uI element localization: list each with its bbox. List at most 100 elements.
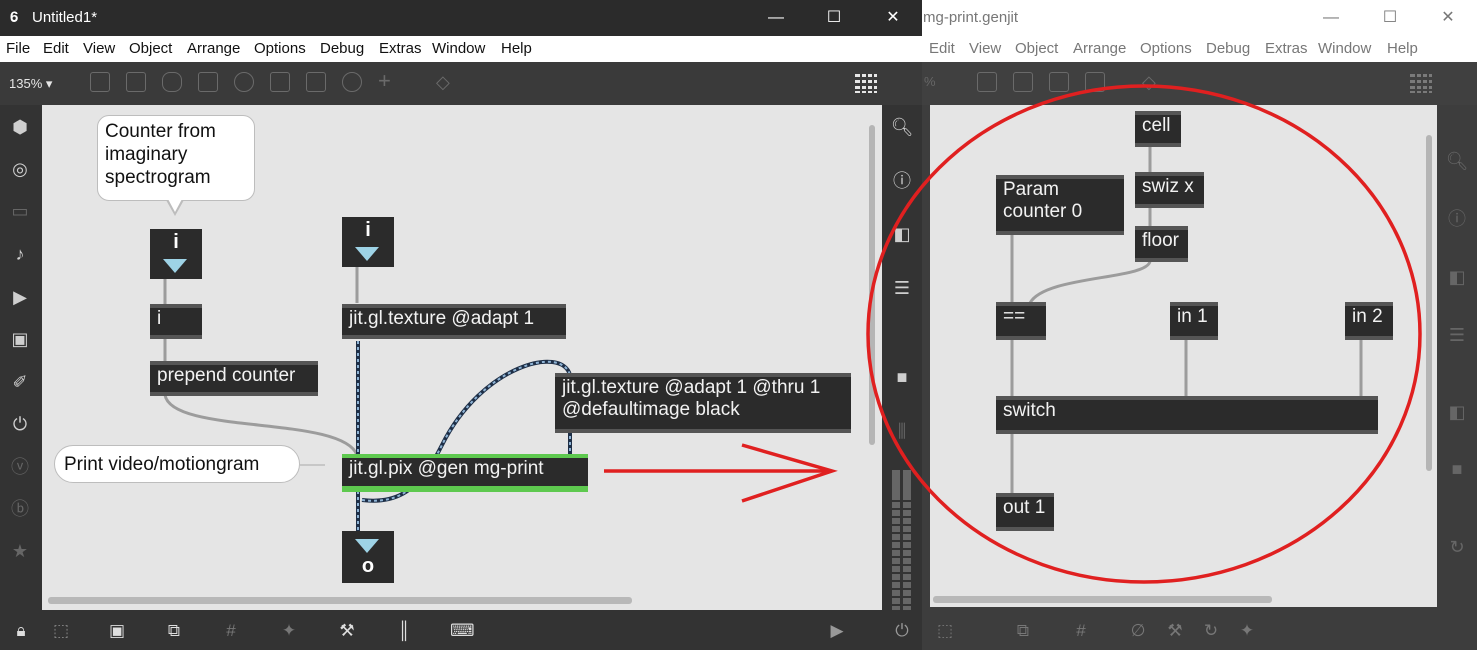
windows-icon[interactable]: ⧉ — [1012, 620, 1034, 642]
windows-icon[interactable]: ⧉ — [163, 620, 185, 642]
target-icon[interactable]: ◎ — [8, 157, 32, 181]
comment-counter[interactable]: Counter from imaginary spectrogram — [97, 115, 255, 201]
object-prepend-counter[interactable]: prepend counter — [150, 361, 318, 396]
new-toggle-icon[interactable] — [234, 72, 254, 92]
info-icon[interactable]: ⓘ — [890, 169, 914, 193]
menu-arrange[interactable]: Arrange — [1073, 40, 1126, 57]
object-jit-gl-pix[interactable]: jit.gl.pix @gen mg-print — [342, 454, 588, 492]
title-bar[interactable]: 𝟔 Untitled1* — ☐ ✕ — [0, 0, 922, 36]
close-button[interactable]: ✕ — [1433, 6, 1463, 30]
object-equals[interactable]: == — [996, 302, 1046, 340]
minimize-button[interactable]: — — [761, 6, 791, 30]
inlet-left[interactable]: i — [150, 229, 202, 279]
new-codebox-icon[interactable] — [1085, 72, 1105, 92]
book-icon[interactable]: ◧ — [890, 222, 914, 246]
new-message-icon[interactable] — [1013, 72, 1033, 92]
select-icon[interactable]: ⬚ — [934, 620, 956, 642]
new-button-icon[interactable] — [198, 72, 218, 92]
patcher-canvas[interactable]: Counter from imaginary spectrogram Print… — [42, 105, 882, 610]
reference-icon[interactable]: ◧ — [1445, 400, 1469, 424]
image-icon[interactable]: ▣ — [8, 327, 32, 351]
wrench-icon[interactable]: ⚒ — [336, 620, 358, 642]
power-icon[interactable]: ⏻ — [891, 620, 913, 642]
outlet[interactable]: o — [342, 531, 394, 583]
menu-object[interactable]: Object — [129, 40, 172, 57]
paperclip-icon[interactable]: ✐ — [8, 370, 32, 394]
menu-options[interactable]: Options — [254, 40, 306, 57]
object-in-2[interactable]: in 2 — [1345, 302, 1393, 340]
camera-icon[interactable]: ■ — [890, 365, 914, 389]
menu-edit[interactable]: Edit — [43, 40, 69, 57]
inlet-mid[interactable]: i — [342, 217, 394, 267]
grid-icon[interactable]: # — [1070, 620, 1092, 642]
reload-icon[interactable]: ↻ — [1445, 535, 1469, 559]
menu-edit[interactable]: Edit — [929, 40, 955, 57]
object-in-1[interactable]: in 1 — [1170, 302, 1218, 340]
list-icon[interactable]: ☰ — [890, 276, 914, 300]
maximize-button[interactable]: ☐ — [1375, 6, 1405, 30]
grid-view-icon[interactable] — [853, 72, 877, 93]
grid-icon[interactable]: # — [220, 620, 242, 642]
menu-window[interactable]: Window — [432, 40, 485, 57]
list-icon[interactable]: ☰ — [1445, 323, 1469, 347]
music-note-icon[interactable]: ♪ — [8, 242, 32, 266]
hammer-icon[interactable]: ⚒ — [1164, 620, 1186, 642]
b-icon[interactable]: ⓑ — [8, 497, 32, 521]
new-object-icon[interactable] — [977, 72, 997, 92]
maximize-button[interactable]: ☐ — [819, 6, 849, 30]
new-number-icon[interactable] — [270, 72, 290, 92]
new-param-icon[interactable] — [1049, 72, 1069, 92]
add-icon[interactable]: + — [378, 70, 398, 92]
star-icon[interactable]: ★ — [8, 539, 32, 563]
grid-view-icon[interactable] — [1408, 72, 1432, 93]
search-icon[interactable]: 🔍︎ — [890, 115, 914, 139]
new-object-icon[interactable] — [90, 72, 110, 92]
info-icon[interactable]: ⓘ — [1445, 207, 1469, 231]
keyboard-icon[interactable]: ⌨ — [450, 620, 475, 642]
object-cell[interactable]: cell — [1135, 111, 1181, 147]
object-floor[interactable]: floor — [1135, 226, 1188, 262]
mixer-icon[interactable]: ⫼ — [890, 419, 914, 443]
refresh-icon[interactable]: ↻ — [1200, 620, 1222, 642]
presentation-mode-icon[interactable]: ▣ — [106, 620, 128, 642]
new-comment-icon[interactable] — [162, 72, 182, 92]
object-switch[interactable]: switch — [996, 396, 1378, 434]
menu-debug[interactable]: Debug — [320, 40, 364, 57]
vertical-scrollbar[interactable] — [1426, 135, 1432, 471]
paint-bucket-icon[interactable]: ◇ — [1142, 72, 1162, 92]
menu-options[interactable]: Options — [1140, 40, 1192, 57]
new-message-icon[interactable] — [126, 72, 146, 92]
object-out-1[interactable]: out 1 — [996, 493, 1054, 531]
v-icon[interactable]: ⓥ — [8, 455, 32, 479]
book-icon[interactable]: ◧ — [1445, 265, 1469, 289]
horizontal-scrollbar[interactable] — [933, 596, 1272, 603]
menu-extras[interactable]: Extras — [379, 40, 422, 57]
menu-object[interactable]: Object — [1015, 40, 1058, 57]
lock-icon[interactable]: 🔒︎ — [10, 620, 32, 642]
menu-view[interactable]: View — [969, 40, 1001, 57]
gen-canvas[interactable]: cell swiz x floor Param counter 0 == in … — [930, 105, 1437, 607]
piano-icon[interactable]: ║ — [393, 620, 415, 642]
paint-bucket-icon[interactable]: ◇ — [436, 72, 456, 92]
presentation-icon[interactable]: ▭ — [8, 199, 32, 223]
object-i[interactable]: i — [150, 304, 202, 339]
video-icon[interactable]: ▶ — [8, 285, 32, 309]
close-button[interactable]: ✕ — [878, 6, 908, 30]
minimize-button[interactable]: — — [1316, 6, 1346, 30]
snap-icon[interactable]: ✦ — [1236, 620, 1258, 642]
menu-debug[interactable]: Debug — [1206, 40, 1250, 57]
select-icon[interactable]: ⬚ — [50, 620, 72, 642]
zoom-dropdown[interactable]: 135% ▾ — [9, 76, 52, 92]
object-param-counter[interactable]: Param counter 0 — [996, 175, 1124, 235]
object-swiz-x[interactable]: swiz x — [1135, 172, 1204, 208]
object-jit-gl-texture-thru[interactable]: jit.gl.texture @adapt 1 @thru 1 @default… — [555, 373, 851, 433]
packages-icon[interactable]: ⬢ — [8, 115, 32, 139]
new-slider-icon[interactable] — [306, 72, 326, 92]
title-bar[interactable]: mg-print.genjit — ☐ ✕ — [922, 0, 1477, 36]
horizontal-scrollbar[interactable] — [48, 597, 632, 604]
comment-print[interactable]: Print video/motiongram — [54, 445, 300, 483]
vertical-scrollbar[interactable] — [869, 125, 875, 445]
object-jit-gl-texture[interactable]: jit.gl.texture @adapt 1 — [342, 304, 566, 339]
menu-extras[interactable]: Extras — [1265, 40, 1308, 57]
menu-view[interactable]: View — [83, 40, 115, 57]
